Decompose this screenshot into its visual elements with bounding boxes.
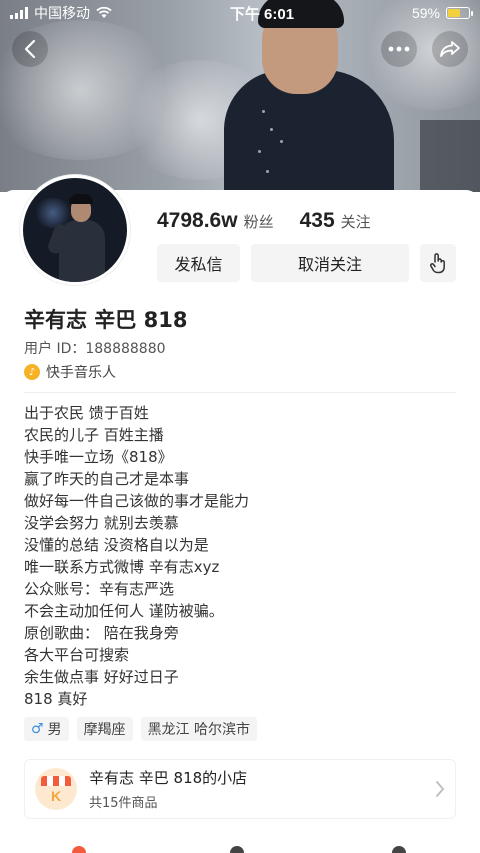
bio-line: 各大平台可搜索	[24, 646, 130, 664]
shop-name: 辛有志 辛巴 818的小店	[89, 769, 248, 787]
bio-line: 余生做点事 好好过日子	[24, 668, 179, 686]
bio-line: 农民的儿子 百姓主播	[24, 426, 164, 444]
chevron-left-icon	[24, 39, 36, 59]
user-id: 用户 ID：188888880	[24, 341, 166, 357]
music-badge[interactable]: ♪ 快手音乐人	[24, 362, 116, 382]
shop-item-count: 共15件商品	[89, 796, 158, 811]
chevron-right-icon	[436, 781, 445, 797]
share-button[interactable]	[432, 31, 468, 67]
wifi-icon	[96, 7, 112, 18]
tab-bar-peek	[0, 840, 480, 853]
carrier-label: 中国移动	[34, 5, 90, 21]
signal-icon	[10, 7, 28, 19]
status-bar: 中国移动 下午 6:01 59%	[0, 0, 480, 26]
bio: 出于农民 馈于百姓 农民的儿子 百姓主播 快手唯一立场《818》 赢了昨天的自己…	[24, 402, 456, 710]
bio-line: 原创歌曲： 陪在我身旁	[24, 624, 179, 642]
following-count: 435	[299, 209, 335, 232]
followers-stat[interactable]: 4798.6w 粉丝	[157, 209, 274, 233]
more-icon	[388, 46, 410, 52]
divider	[24, 392, 456, 393]
bio-line: 没懂的总结 没资格自以为是	[24, 536, 209, 554]
following-label: 关注	[340, 213, 371, 231]
gesture-button[interactable]	[420, 244, 456, 282]
zodiac-tag: 摩羯座	[76, 717, 133, 741]
battery-percent: 59%	[411, 5, 440, 21]
badge-label: 快手音乐人	[46, 365, 116, 381]
message-button[interactable]: 发私信	[157, 244, 240, 282]
followers-label: 粉丝	[243, 213, 274, 231]
music-note-icon: ♪	[24, 364, 40, 380]
shop-card[interactable]: K 辛有志 辛巴 818的小店 共15件商品	[24, 759, 456, 819]
user-name: 辛有志 辛巴 818	[24, 308, 188, 332]
bio-line: 公众账号：辛有志严选	[24, 580, 175, 598]
bio-line: 赢了昨天的自己才是本事	[24, 470, 190, 488]
bio-line: 出于农民 馈于百姓	[24, 404, 149, 422]
male-icon: ♂	[31, 721, 44, 737]
shop-logo: K	[35, 768, 77, 810]
gender-tag: ♂ 男	[24, 717, 69, 741]
bio-line: 不会主动加任何人 谨防被骗。	[24, 602, 224, 620]
bio-line: 没学会努力 就别去羡慕	[24, 514, 179, 532]
unfollow-button[interactable]: 取消关注	[251, 244, 409, 282]
back-button[interactable]	[12, 31, 48, 67]
cover-photo	[0, 0, 480, 192]
more-button[interactable]	[381, 31, 417, 67]
location-tag: 黑龙江 哈尔滨市	[140, 717, 258, 741]
clock: 下午 6:01	[229, 5, 295, 23]
shop-logo-letter: K	[50, 788, 62, 804]
avatar[interactable]	[20, 175, 130, 285]
tag-row: ♂ 男 摩羯座 黑龙江 哈尔滨市	[24, 717, 258, 741]
bio-line: 快手唯一立场《818》	[24, 448, 173, 466]
hand-pointer-icon	[430, 253, 445, 274]
stats-row: 4798.6w 粉丝 435 关注	[157, 209, 371, 233]
battery-icon	[445, 7, 473, 19]
following-stat[interactable]: 435 关注	[300, 209, 371, 233]
bio-line: 818 真好	[24, 690, 88, 708]
bio-line: 唯一联系方式微博 辛有志xyz	[24, 558, 220, 576]
bio-line: 做好每一件自己该做的事才是能力	[24, 492, 250, 510]
followers-count: 4798.6w	[157, 209, 238, 232]
share-icon	[440, 41, 460, 57]
gender-label: 男	[47, 722, 62, 738]
